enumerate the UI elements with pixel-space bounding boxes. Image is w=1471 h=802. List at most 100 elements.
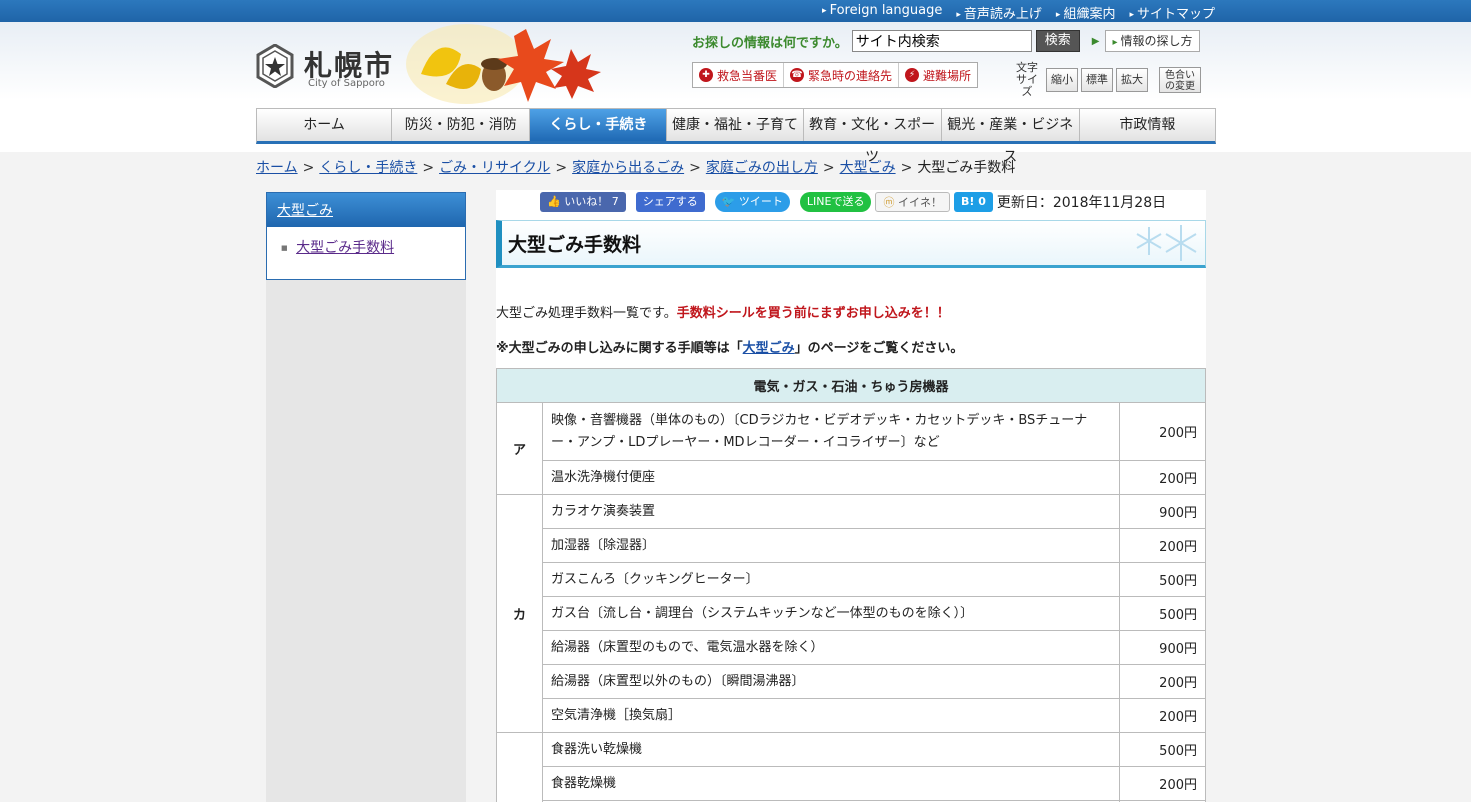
site-search-input[interactable] (851, 30, 1032, 52)
page-title-box: 大型ごみ手数料 (496, 220, 1206, 268)
item-price: 200円 (1119, 664, 1206, 699)
hatena-bookmark-button[interactable]: B! 0 (953, 192, 993, 212)
sapporo-emblem-icon (256, 44, 294, 88)
sidebar-menu: 大型ごみ 大型ごみ手数料 (266, 192, 466, 280)
breadcrumb-separator: > (302, 160, 315, 176)
table-row: ガス台〔流し台・調理台（システムキッチンなど一体型のものを除く）〕 500円 (497, 596, 1206, 631)
item-name: 食器乾燥機 (542, 766, 1120, 801)
table-row: 温水洗浄機付便座 200円 (497, 460, 1206, 495)
text-standard-button[interactable]: 標準 (1081, 68, 1113, 92)
main-content: 👍 いいね！ 7 シェアする 🐦 ツイート LINEで送る ⓜ イイネ！ B! … (496, 190, 1206, 802)
organization-link[interactable]: 組織案内 (1056, 3, 1115, 22)
item-name: 映像・音響機器（単体のもの）〔CDラジカセ・ビデオデッキ・カセットデッキ・BSチ… (542, 402, 1120, 461)
mixi-icon: ⓜ (883, 196, 895, 209)
nav-health-welfare[interactable]: 健康・福祉・子育て (667, 109, 804, 141)
mixi-check-button[interactable]: ⓜ イイネ！ (875, 192, 950, 212)
table-category-header: 電気・ガス・石油・ちゅう房機器 (496, 368, 1206, 403)
sidebar-heading-link[interactable]: 大型ごみ (267, 193, 465, 227)
item-price: 900円 (1119, 630, 1206, 665)
lightning-icon: ⚡ (905, 68, 920, 82)
intro-text: 大型ごみ処理手数料一覧です。手数料シールを買う前にまずお申し込みを！！ (496, 302, 950, 321)
kana-group-ka: カ (496, 494, 543, 733)
read-aloud-link[interactable]: 音声読み上げ (956, 3, 1042, 22)
text-size-label: 文字 サイズ (1012, 62, 1042, 98)
facebook-share-button[interactable]: シェアする (635, 192, 705, 212)
phone-icon: ☎ (790, 68, 805, 82)
search-button[interactable]: 検索 (1035, 30, 1080, 52)
fee-table: 電気・ガス・石油・ちゅう房機器 ア 映像・音響機器（単体のもの）〔CDラジカセ・… (496, 368, 1206, 802)
intro-warning: 手数料シールを買う前にまずお申し込みを！！ (676, 306, 950, 321)
nav-disaster-prevention[interactable]: 防災・防犯・消防 (392, 109, 531, 141)
search-area: お探しの情報は何ですか。 検索 ▶ 情報の探し方 (692, 30, 1200, 52)
mixi-label: イイネ！ (897, 196, 942, 209)
city-name-en: City of Sapporo (308, 78, 385, 89)
text-size-label-line2: サイズ (1016, 73, 1038, 98)
breadcrumb-current: 大型ごみ手数料 (917, 160, 1016, 176)
breadcrumb-disposal-method[interactable]: 家庭ごみの出し方 (706, 160, 818, 176)
emergency-doctor-link[interactable]: ✚ 救急当番医 (693, 63, 785, 87)
nav-tourism-industry[interactable]: 観光・産業・ビジネス (942, 109, 1080, 165)
facebook-like-label: いいね！ 7 (564, 195, 619, 208)
table-row: 空気清浄機［換気扇］ 200円 (497, 698, 1206, 733)
breadcrumb: ホーム > くらし・手続き > ごみ・リサイクル > 家庭から出るごみ > 家庭ごみの出し方 > 大… (256, 157, 1015, 177)
medical-icon: ✚ (699, 68, 713, 82)
kana-group-sa (496, 732, 543, 802)
tweet-label: ツイート (738, 195, 783, 208)
line-share-button[interactable]: LINEで送る (799, 192, 872, 212)
evacuation-site-link[interactable]: ⚡ 避難場所 (899, 63, 977, 87)
utility-links: Foreign language 音声読み上げ 組織案内 サイトマップ (822, 3, 1215, 22)
emergency-doctor-label: 救急当番医 (717, 68, 778, 83)
table-row: 食器乾燥機 200円 (497, 766, 1206, 801)
find-info-button[interactable]: 情報の探し方 (1105, 30, 1200, 52)
kana-group-a: ア (496, 402, 543, 495)
table-row: ア 映像・音響機器（単体のもの）〔CDラジカセ・ビデオデッキ・カセットデッキ・B… (496, 402, 1206, 495)
social-buttons: 👍 いいね！ 7 シェアする 🐦 ツイート LINEで送る ⓜ イイネ！ B! … (540, 192, 1166, 212)
item-name: 食器洗い乾燥機 (542, 732, 1120, 767)
breadcrumb-living[interactable]: くらし・手続き (319, 160, 417, 176)
facebook-like-button[interactable]: 👍 いいね！ 7 (540, 192, 626, 212)
item-name: 給湯器（床置型のもので、電気温水器を除く） (542, 630, 1120, 665)
item-price: 200円 (1119, 402, 1206, 461)
breadcrumb-home[interactable]: ホーム (256, 160, 298, 176)
item-price: 200円 (1119, 460, 1206, 495)
item-name: ガスこんろ〔クッキングヒーター〕 (542, 562, 1120, 597)
large-garbage-link[interactable]: 大型ごみ (743, 341, 795, 356)
nav-home[interactable]: ホーム (257, 109, 393, 141)
table-row: 給湯器（床置型以外のもの）〔瞬間湯沸器〕 200円 (497, 664, 1206, 699)
text-larger-button[interactable]: 拡大 (1116, 68, 1148, 92)
breadcrumb-large-garbage[interactable]: 大型ごみ (840, 160, 896, 176)
evacuation-site-label: 避難場所 (923, 68, 972, 83)
nav-education-culture[interactable]: 教育・文化・スポーツ (804, 109, 942, 165)
note-suffix: 」のページをご覧ください。 (794, 341, 964, 356)
foreign-language-link[interactable]: Foreign language (822, 3, 943, 22)
breadcrumb-separator: > (900, 160, 913, 176)
table-header-row: 電気・ガス・石油・ちゅう房機器 (496, 368, 1206, 403)
site-logo[interactable]: 札幌市 City of Sapporo (256, 42, 406, 92)
emergency-contact-label: 緊急時の連絡先 (808, 68, 893, 83)
table-row: ガスこんろ〔クッキングヒーター〕 500円 (497, 562, 1206, 597)
top-utility-bar: Foreign language 音声読み上げ 組織案内 サイトマップ (0, 0, 1471, 22)
nav-living-procedures[interactable]: くらし・手続き (530, 109, 668, 141)
breadcrumb-separator: > (822, 160, 835, 176)
item-name: 温水洗浄機付便座 (542, 460, 1120, 495)
text-smaller-button[interactable]: 縮小 (1046, 68, 1078, 92)
item-name: 給湯器（床置型以外のもの）〔瞬間湯沸器〕 (542, 664, 1120, 699)
breadcrumb-household-garbage[interactable]: 家庭から出るごみ (572, 160, 684, 176)
updated-date: 更新日：2018年11月28日 (996, 195, 1167, 211)
item-name: ガス台〔流し台・調理台（システムキッチンなど一体型のものを除く）〕 (542, 596, 1120, 631)
item-price: 200円 (1119, 528, 1206, 563)
sidebar-item-fee-link[interactable]: 大型ごみ手数料 (296, 240, 394, 256)
table-row: 食器洗い乾燥機 500円 (496, 732, 1206, 802)
note-prefix: ※大型ごみの申し込みに関する手順等は「 (496, 341, 743, 356)
emergency-contact-link[interactable]: ☎ 緊急時の連絡先 (784, 63, 900, 87)
autumn-leaves-decoration (406, 24, 601, 104)
global-navigation: ホーム 防災・防犯・消防 くらし・手続き 健康・福祉・子育て 教育・文化・スポー… (256, 108, 1216, 165)
tweet-button[interactable]: 🐦 ツイート (714, 192, 790, 212)
breadcrumb-separator: > (555, 160, 568, 176)
table-row: 加湿器〔除湿器〕 200円 (497, 528, 1206, 563)
sitemap-link[interactable]: サイトマップ (1129, 3, 1215, 22)
nav-city-government[interactable]: 市政情報 (1080, 109, 1215, 141)
search-question: お探しの情報は何ですか。 (692, 35, 848, 51)
color-change-button[interactable]: 色合い の変更 (1159, 67, 1201, 93)
breadcrumb-garbage-recycle[interactable]: ごみ・リサイクル (439, 160, 550, 176)
